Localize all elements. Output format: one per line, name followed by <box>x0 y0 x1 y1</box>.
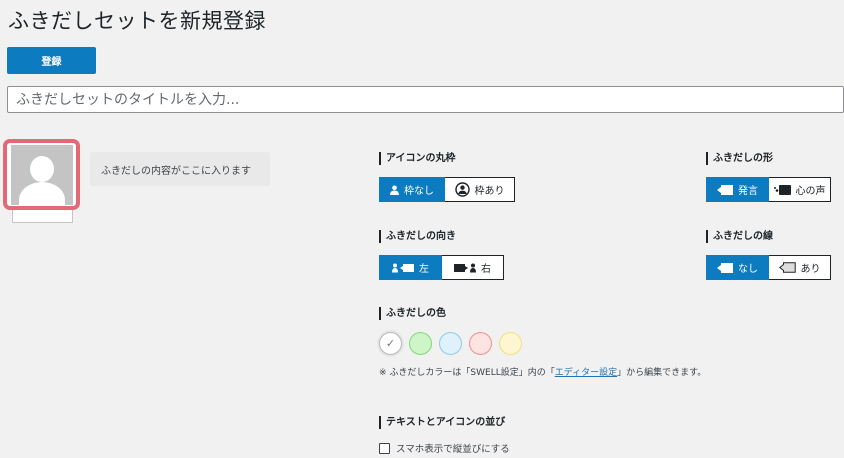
icon-border-circle-button[interactable]: 枠あり <box>445 177 515 202</box>
section-title: ふきだしの向き <box>379 230 504 243</box>
icon-border-none-button[interactable]: 枠なし <box>379 177 445 202</box>
avatar-frame[interactable] <box>3 139 80 210</box>
section-title: アイコンの丸枠 <box>379 152 515 165</box>
section-title: ふきだしの色 <box>379 307 706 320</box>
swatch-default[interactable]: ✓ <box>379 332 402 355</box>
color-note: ※ ふきだしカラーは「SWELL設定」内の「エディター設定」から編集できます。 <box>379 368 707 378</box>
section-title: ふきだしの形 <box>706 152 831 165</box>
shape-thought-button[interactable]: 心の声 <box>769 177 831 202</box>
thought-bubble-icon <box>773 184 791 195</box>
user-right-bubble-icon <box>454 263 476 273</box>
preview-bubble: ふきだしの内容がここに入ります <box>90 152 270 186</box>
avatar-name-field[interactable] <box>12 210 73 223</box>
title-input[interactable] <box>7 86 844 113</box>
swatch-green[interactable] <box>409 332 432 355</box>
shape-section: ふきだしの形 発言 心の声 <box>706 152 831 202</box>
bubble-border-icon <box>778 262 796 273</box>
vertical-layout-option[interactable]: スマホ表示で縦並びにする <box>379 441 510 455</box>
vertical-layout-checkbox[interactable] <box>379 442 390 454</box>
save-button[interactable]: 登録 <box>7 47 96 74</box>
color-section: ふきだしの色 ✓ ※ ふきだしカラーは「SWELL設定」内の「エディター設定」か… <box>379 307 706 378</box>
page-title: ふきだしセットを新規登録 <box>8 9 266 33</box>
swatch-red[interactable] <box>469 332 492 355</box>
icon-border-toggle: 枠なし 枠あり <box>379 177 515 202</box>
avatar-placeholder-icon <box>10 144 73 205</box>
line-section: ふきだしの線 なし あり <box>706 230 831 280</box>
section-title: テキストとアイコンの並び <box>379 416 510 429</box>
line-none-button[interactable]: なし <box>706 255 769 280</box>
user-left-bubble-icon <box>392 263 414 273</box>
icon-border-section: アイコンの丸枠 枠なし 枠あり <box>379 152 515 202</box>
direction-right-button[interactable]: 右 <box>442 255 504 280</box>
section-title: ふきだしの線 <box>706 230 831 243</box>
shape-toggle: 発言 心の声 <box>706 177 831 202</box>
check-icon: ✓ <box>385 337 396 350</box>
user-circle-icon <box>454 182 470 197</box>
direction-left-button[interactable]: 左 <box>379 255 442 280</box>
checkbox-label: スマホ表示で縦並びにする <box>396 444 510 455</box>
user-icon <box>390 185 399 195</box>
swatch-blue[interactable] <box>439 332 462 355</box>
shape-speech-button[interactable]: 発言 <box>706 177 769 202</box>
direction-section: ふきだしの向き 左 右 <box>379 230 504 280</box>
bubble-no-border-icon <box>717 262 733 273</box>
line-toggle: なし あり <box>706 255 831 280</box>
direction-toggle: 左 右 <box>379 255 504 280</box>
editor-settings-link[interactable]: エディター設定 <box>555 368 617 378</box>
speech-bubble-icon <box>717 184 733 195</box>
layout-section: テキストとアイコンの並び スマホ表示で縦並びにする <box>379 416 510 455</box>
swatch-yellow[interactable] <box>499 332 522 355</box>
color-swatches: ✓ <box>379 332 706 355</box>
line-border-button[interactable]: あり <box>769 255 831 280</box>
